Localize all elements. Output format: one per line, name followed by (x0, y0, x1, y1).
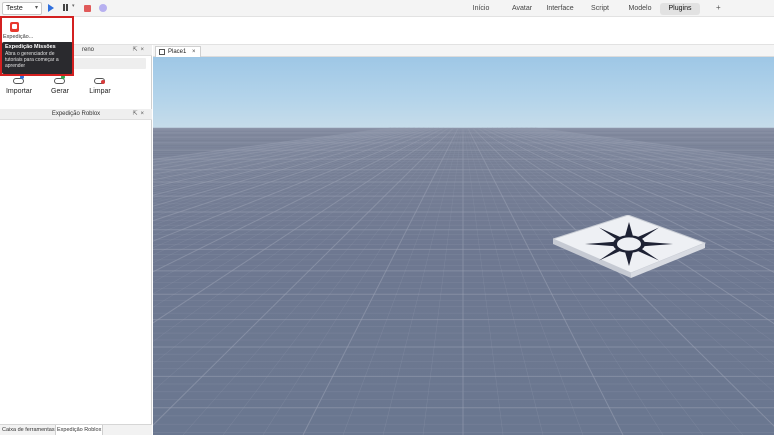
terrain-panel-title: reno (82, 47, 95, 53)
tab-label: Avatar (511, 5, 533, 12)
roblox-panel-title: Expedição Roblox (51, 111, 101, 117)
import-label: Importar (5, 88, 33, 95)
generate-label: Gerar (51, 88, 69, 95)
roblox-panel-header: Expedição Roblox ⇱× (0, 109, 152, 120)
top-menu-bar: Teste ▾ ▾ Início Avatar Interface Script… (0, 0, 774, 17)
tab-label: Script (591, 5, 609, 12)
tab-inicio[interactable]: Início (467, 3, 495, 15)
chevron-down-icon: ▾ (34, 5, 38, 11)
close-icon[interactable]: × (140, 111, 147, 117)
tab-label: Interface (546, 5, 574, 12)
import-button[interactable]: Importar (2, 75, 36, 99)
bottom-tab-strip: Caixa de ferramentas Expedição Roblox (0, 424, 152, 435)
tab-label: Modelo (628, 5, 652, 12)
tab-avatar[interactable]: Avatar (507, 3, 537, 15)
tooltip-title: Expedição Missões (5, 44, 56, 50)
stop-icon[interactable] (84, 5, 91, 12)
tab-modelo[interactable]: Modelo (624, 3, 656, 15)
tab-script[interactable]: Script (587, 3, 613, 15)
close-tab-icon[interactable]: × (192, 49, 196, 55)
clear-icon (94, 75, 106, 85)
expedition-icon (10, 22, 19, 32)
ribbon (0, 17, 774, 45)
document-tab-label: Place1 (168, 49, 187, 55)
place-file-icon (159, 49, 165, 55)
3d-viewport[interactable] (153, 57, 774, 435)
tab-toolbox[interactable]: Caixa de ferramentas (1, 425, 56, 435)
tab-plugins[interactable]: Plugins (660, 3, 700, 15)
tab-interface[interactable]: Interface (544, 3, 576, 15)
clear-label: Limpar (89, 88, 111, 95)
mode-select[interactable]: Teste ▾ (2, 2, 42, 15)
play-icon[interactable] (48, 4, 54, 12)
studio-helper-icon[interactable] (99, 4, 107, 12)
tab-expedicao-roblox[interactable]: Expedição Roblox (55, 425, 104, 435)
expedition-button[interactable]: Expedição... (1, 18, 75, 44)
add-tab-button[interactable]: + (716, 3, 721, 12)
document-tab-bar: Place1 × (153, 45, 774, 57)
pause-dropdown-icon[interactable]: ▾ (72, 3, 75, 9)
tooltip-body: Abra o gerenciador de tutoriais para com… (5, 51, 59, 69)
import-icon (13, 75, 25, 85)
document-tab-place1[interactable]: Place1 × (155, 46, 201, 57)
generate-button[interactable]: Gerar (43, 75, 77, 99)
expedition-label: Expedição... (3, 34, 34, 40)
left-panels: reno ⇱× Importar Gerar Limpar Expedição … (0, 45, 152, 435)
close-icon[interactable]: × (140, 47, 147, 53)
tab-label: Plugins (668, 5, 692, 12)
mode-select-value: Teste (6, 5, 23, 12)
spawn-location[interactable] (553, 215, 713, 300)
clear-button[interactable]: Limpar (83, 75, 117, 99)
generate-icon (54, 75, 66, 85)
tab-label: Início (472, 5, 490, 12)
pause-icon[interactable] (63, 4, 72, 13)
tooltip: Expedição Missões Abra o gerenciador de … (2, 42, 73, 74)
